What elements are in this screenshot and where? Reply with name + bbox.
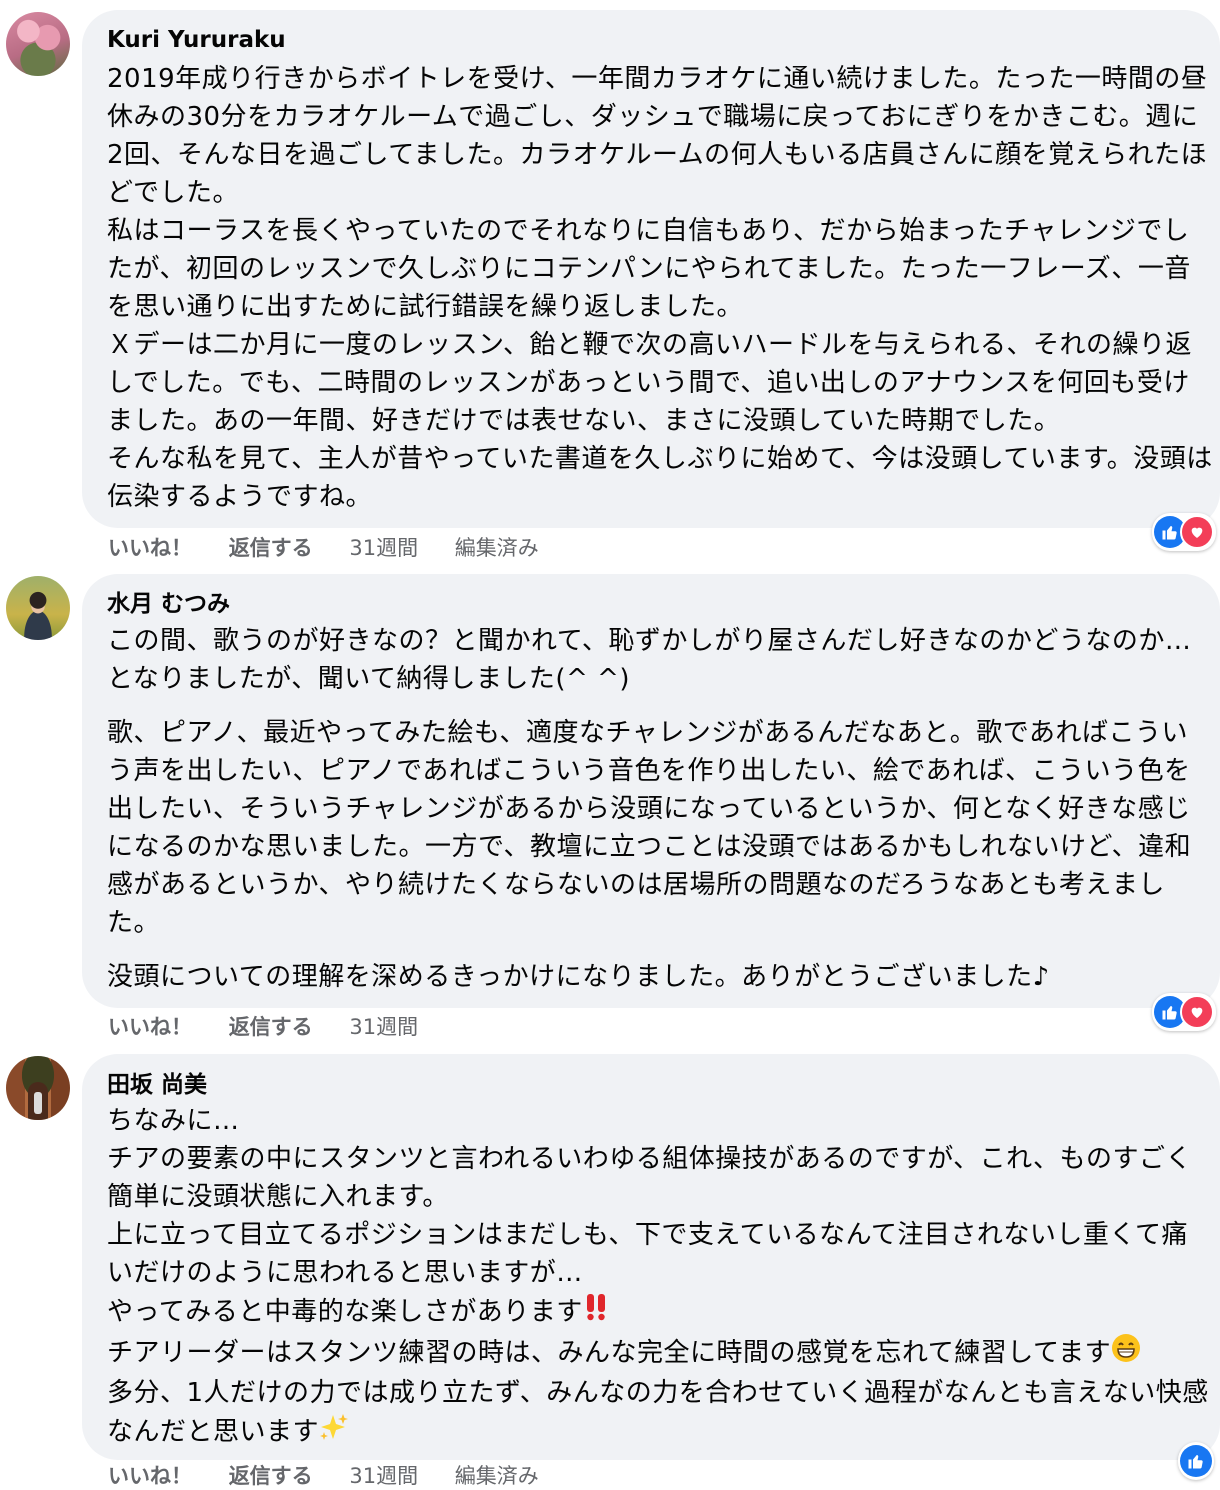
avatar[interactable] <box>6 1056 70 1120</box>
avatar[interactable] <box>6 12 70 76</box>
comment-text: この間、歌うのが好きなの？と聞かれて、恥ずかしがり屋さんだし好きなのかどうなのか… <box>107 622 1214 996</box>
comment-actions: いいね！ 返信する 31週間 編集済み <box>108 534 569 562</box>
comment-paragraph: 歌、ピアノ、最近やってみた絵も、適度なチャレンジがあるんだなあと。歌であればこう… <box>107 718 1192 938</box>
like-link[interactable]: いいね！ <box>108 1462 192 1490</box>
timestamp[interactable]: 31週間 <box>349 1013 418 1041</box>
edited-label[interactable]: 編集済み <box>455 534 539 562</box>
comment-author[interactable]: 田坂 尚美 <box>107 1070 207 1100</box>
timestamp[interactable]: 31週間 <box>349 1462 418 1490</box>
comment-text: 2019年成り行きからボイトレを受け、一年間カラオケに通い続けました。たった一時… <box>107 60 1214 516</box>
love-icon <box>1180 995 1214 1029</box>
comment-line: 多分、1人だけの力では成り立たず、みんなの力を合わせていく過程がなんとも言えない… <box>107 1378 1209 1447</box>
comment-line: 上に立って目立てるポジションはまだしも、下で支えているなんて注目されないし重くて… <box>107 1220 1189 1288</box>
comment-bubble: 田坂 尚美 ちなみに… チアの要素の中にスタンツと言われるいわゆる組体操技がある… <box>82 1054 1220 1460</box>
comment-line: やってみると中毒的な楽しさがあります <box>107 1297 583 1327</box>
grinning-face-icon <box>1111 1333 1141 1374</box>
comment-line: ちなみに… <box>107 1106 240 1136</box>
like-link[interactable]: いいね！ <box>108 1013 192 1041</box>
reaction-summary[interactable] <box>1152 993 1216 1031</box>
avatar[interactable] <box>6 576 70 640</box>
love-icon <box>1180 515 1214 549</box>
reply-link[interactable]: 返信する <box>229 1013 313 1041</box>
comment-paragraph: 没頭についての理解を深めるきっかけになりました。ありがとうございました♪ <box>107 962 1050 992</box>
comment-text: ちなみに… チアの要素の中にスタンツと言われるいわゆる組体操技があるのですが、こ… <box>107 1102 1214 1453</box>
comment-paragraph: 2019年成り行きからボイトレを受け、一年間カラオケに通い続けました。たった一時… <box>107 64 1213 512</box>
comment-author[interactable]: 水月 むつみ <box>107 589 230 619</box>
sparkles-icon <box>319 1412 349 1453</box>
comment-line-with-emoji: やってみると中毒的な楽しさがあります <box>107 1292 1214 1333</box>
like-link[interactable]: いいね！ <box>108 534 192 562</box>
comment-line: チアリーダーはスタンツ練習の時は、みんな完全に時間の感覚を忘れて練習してます <box>107 1338 1112 1368</box>
reply-link[interactable]: 返信する <box>229 1462 313 1490</box>
comment-bubble: Kuri Yururaku 2019年成り行きからボイトレを受け、一年間カラオケ… <box>82 10 1220 528</box>
comment-line: チアの要素の中にスタンツと言われるいわゆる組体操技があるのですが、これ、ものすご… <box>107 1144 1192 1212</box>
reaction-summary[interactable] <box>1152 513 1216 551</box>
comment-bubble: 水月 むつみ この間、歌うのが好きなの？と聞かれて、恥ずかしがり屋さんだし好きな… <box>82 574 1220 1008</box>
comment-actions: いいね！ 返信する 31週間 <box>108 1013 448 1041</box>
comment-line-with-emoji: チアリーダーはスタンツ練習の時は、みんな完全に時間の感覚を忘れて練習してます <box>107 1333 1214 1374</box>
timestamp[interactable]: 31週間 <box>349 534 418 562</box>
comment-author[interactable]: Kuri Yururaku <box>107 25 286 55</box>
edited-label[interactable]: 編集済み <box>455 1462 539 1490</box>
reaction-summary[interactable] <box>1178 1442 1214 1480</box>
like-icon <box>1180 1445 1212 1477</box>
comment-actions: いいね！ 返信する 31週間 編集済み <box>108 1462 569 1490</box>
comment-paragraph: この間、歌うのが好きなの？と聞かれて、恥ずかしがり屋さんだし好きなのかどうなのか… <box>107 626 1192 694</box>
comment-line-with-emoji: 多分、1人だけの力では成り立たず、みんなの力を合わせていく過程がなんとも言えない… <box>107 1374 1214 1453</box>
reply-link[interactable]: 返信する <box>229 534 313 562</box>
double-exclamation-icon <box>583 1292 611 1333</box>
